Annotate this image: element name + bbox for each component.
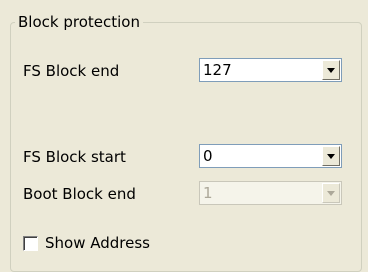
show-address-label[interactable]: Show Address [45, 234, 150, 252]
chevron-down-icon [327, 154, 335, 159]
fs-block-start-dropdown-button[interactable] [322, 146, 340, 166]
fs-block-start-value: 0 [203, 147, 213, 165]
boot-block-end-value: 1 [203, 184, 213, 202]
fs-block-end-label: FS Block end [23, 62, 120, 80]
boot-block-end-label: Boot Block end [23, 185, 136, 203]
chevron-down-icon [327, 68, 335, 73]
fs-block-start-select[interactable]: 0 [199, 144, 342, 168]
group-title: Block protection [15, 13, 143, 31]
fs-block-end-value: 127 [203, 61, 232, 79]
chevron-down-icon [327, 191, 335, 196]
fs-block-end-dropdown-button[interactable] [322, 60, 340, 80]
boot-block-end-select: 1 [199, 181, 342, 205]
fs-block-end-select[interactable]: 127 [199, 58, 342, 82]
boot-block-end-dropdown-button [322, 183, 340, 203]
fs-block-start-label: FS Block start [23, 148, 126, 166]
show-address-checkbox[interactable] [23, 236, 38, 251]
